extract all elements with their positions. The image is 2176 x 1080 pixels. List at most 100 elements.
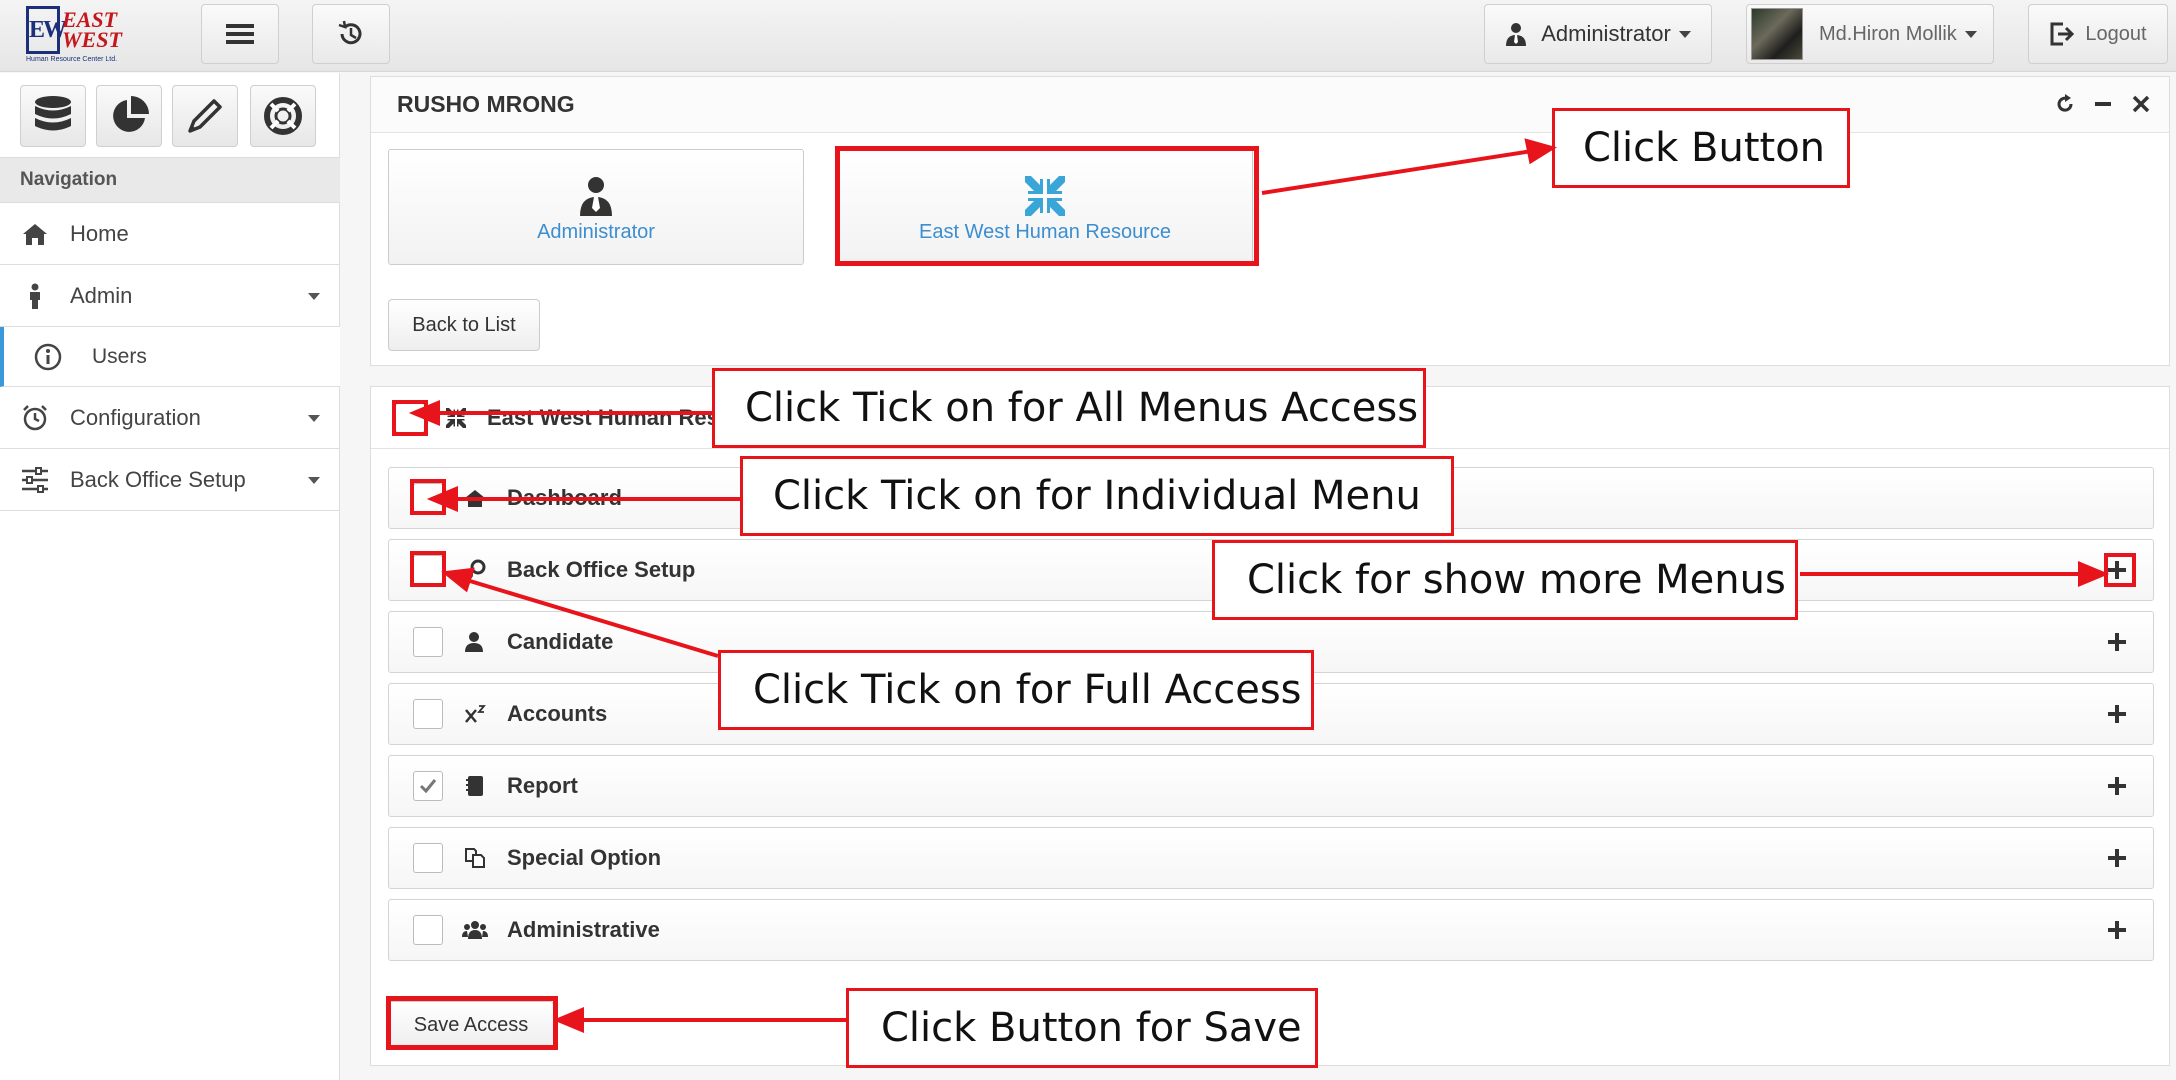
company-logo[interactable]: EW EAST WEST Human Resource Center Ltd.	[26, 6, 136, 64]
menu-checkbox[interactable]	[413, 483, 443, 513]
sidebar-item-label: Configuration	[70, 404, 201, 430]
expand-plus-icon[interactable]	[2103, 844, 2131, 872]
pie-chart-icon	[113, 96, 149, 132]
sidebar: Navigation Home Admin Users Configuratio…	[0, 73, 340, 1080]
sidebar-item-home[interactable]: Home	[0, 203, 340, 265]
hamburger-icon	[226, 24, 254, 44]
users-icon	[443, 920, 507, 940]
user-tie-icon	[1506, 23, 1527, 46]
sidebar-item-label: Home	[70, 220, 129, 246]
chart-shortcut[interactable]	[96, 85, 162, 147]
person-icon	[0, 283, 70, 309]
edit-shortcut[interactable]	[172, 85, 238, 147]
annotation-click-button: Click Button	[1552, 108, 1850, 188]
east-west-human-resource-tile[interactable]: East West Human Resource	[837, 149, 1253, 265]
sidebar-item-back-office-setup[interactable]: Back Office Setup	[0, 449, 340, 511]
annotation-save: Click Button for Save	[846, 988, 1318, 1068]
chevron-down-icon	[1678, 30, 1691, 38]
sliders-icon	[0, 466, 70, 493]
tile-label: East West Human Resource	[919, 220, 1171, 243]
life-ring-icon	[264, 97, 302, 135]
menu-toggle-button[interactable]	[201, 4, 279, 64]
book-icon	[443, 775, 507, 797]
user-icon	[443, 631, 507, 653]
info-icon	[4, 343, 92, 371]
dashboard-icon	[443, 488, 507, 508]
logo-subtitle: Human Resource Center Ltd.	[26, 56, 118, 63]
administrator-tile[interactable]: Administrator	[388, 149, 804, 265]
navigation-header: Navigation	[0, 157, 340, 203]
row-label: Special Option	[507, 845, 662, 870]
avatar	[1751, 8, 1803, 60]
compress-icon	[1023, 171, 1067, 221]
logout-label: Logout	[2085, 22, 2147, 45]
refresh-icon[interactable]	[2055, 94, 2075, 114]
alarm-clock-icon	[0, 404, 70, 432]
annotation-individual-menu: Click Tick on for Individual Menu	[740, 456, 1454, 536]
page-title: RUSHO MRONG	[397, 91, 575, 117]
sidebar-item-configuration[interactable]: Configuration	[0, 387, 340, 449]
menu-checkbox-checked[interactable]	[413, 771, 443, 801]
database-icon	[35, 96, 71, 131]
annotation-full-access: Click Tick on for Full Access	[718, 650, 1314, 730]
menu-checkbox[interactable]	[413, 699, 443, 729]
expand-plus-icon[interactable]	[2103, 556, 2131, 584]
row-label: Accounts	[507, 701, 608, 726]
access-row-administrative: Administrative	[388, 899, 2154, 961]
support-shortcut[interactable]	[250, 85, 316, 147]
row-label: Back Office Setup	[507, 557, 696, 582]
panel-header: RUSHO MRONG	[371, 77, 2169, 133]
menu-checkbox[interactable]	[413, 627, 443, 657]
expand-plus-icon[interactable]	[2103, 628, 2131, 656]
close-icon[interactable]	[2131, 94, 2151, 114]
sidebar-item-label: Back Office Setup	[70, 466, 246, 492]
expand-plus-icon[interactable]	[2103, 700, 2131, 728]
logo-words: EAST WEST	[62, 7, 122, 52]
logout-button[interactable]: Logout	[2028, 4, 2168, 64]
select-all-checkbox[interactable]	[395, 402, 425, 433]
database-shortcut[interactable]	[20, 85, 86, 147]
sidebar-item-users[interactable]: Users	[0, 327, 340, 387]
access-row-report: Report	[388, 755, 2154, 817]
top-bar: EW EAST WEST Human Resource Center Ltd. …	[0, 0, 2176, 72]
logout-icon	[2050, 22, 2075, 46]
sidebar-item-label: Users	[92, 344, 147, 368]
role-label: Administrator	[1541, 21, 1671, 46]
home-icon	[0, 222, 70, 246]
user-label: Md.Hiron Mollik	[1819, 22, 1957, 45]
row-label: Report	[507, 773, 578, 798]
sidebar-item-admin[interactable]: Admin	[0, 265, 340, 327]
chevron-down-icon	[308, 293, 320, 300]
user-panel: RUSHO MRONG Administrator East West Huma…	[370, 76, 2170, 366]
cogs-icon	[443, 559, 507, 581]
chevron-down-icon	[308, 477, 320, 484]
menu-checkbox[interactable]	[413, 843, 443, 873]
menu-checkbox[interactable]	[413, 915, 443, 945]
user-dropdown[interactable]: Md.Hiron Mollik	[1746, 4, 1994, 64]
chevron-down-icon	[1964, 30, 1977, 38]
expand-plus-icon[interactable]	[2103, 772, 2131, 800]
menu-checkbox[interactable]	[413, 555, 443, 585]
checkmark-icon	[419, 779, 437, 794]
row-label: Dashboard	[507, 485, 622, 510]
row-label: Administrative	[507, 917, 660, 942]
history-icon	[338, 20, 362, 45]
panel-tools	[2055, 77, 2151, 131]
annotation-all-menus: Click Tick on for All Menus Access	[712, 368, 1426, 448]
role-dropdown[interactable]: Administrator	[1484, 4, 1712, 64]
tile-label: Administrator	[537, 220, 655, 243]
superscript-icon	[443, 704, 507, 724]
logo-mark: EW	[26, 6, 67, 54]
history-button[interactable]	[312, 4, 390, 64]
compress-icon	[425, 407, 487, 429]
sidebar-item-label: Admin	[70, 282, 133, 308]
save-access-button[interactable]: Save Access	[388, 1001, 554, 1049]
pencil-icon	[188, 99, 222, 133]
user-tie-icon	[579, 171, 613, 221]
annotation-show-more: Click for show more Menus	[1212, 540, 1798, 620]
minimize-icon[interactable]	[2093, 94, 2113, 114]
row-label: Candidate	[507, 629, 614, 654]
back-to-list-button[interactable]: Back to List	[388, 299, 540, 351]
expand-plus-icon[interactable]	[2103, 916, 2131, 944]
access-row-special-option: Special Option	[388, 827, 2154, 889]
